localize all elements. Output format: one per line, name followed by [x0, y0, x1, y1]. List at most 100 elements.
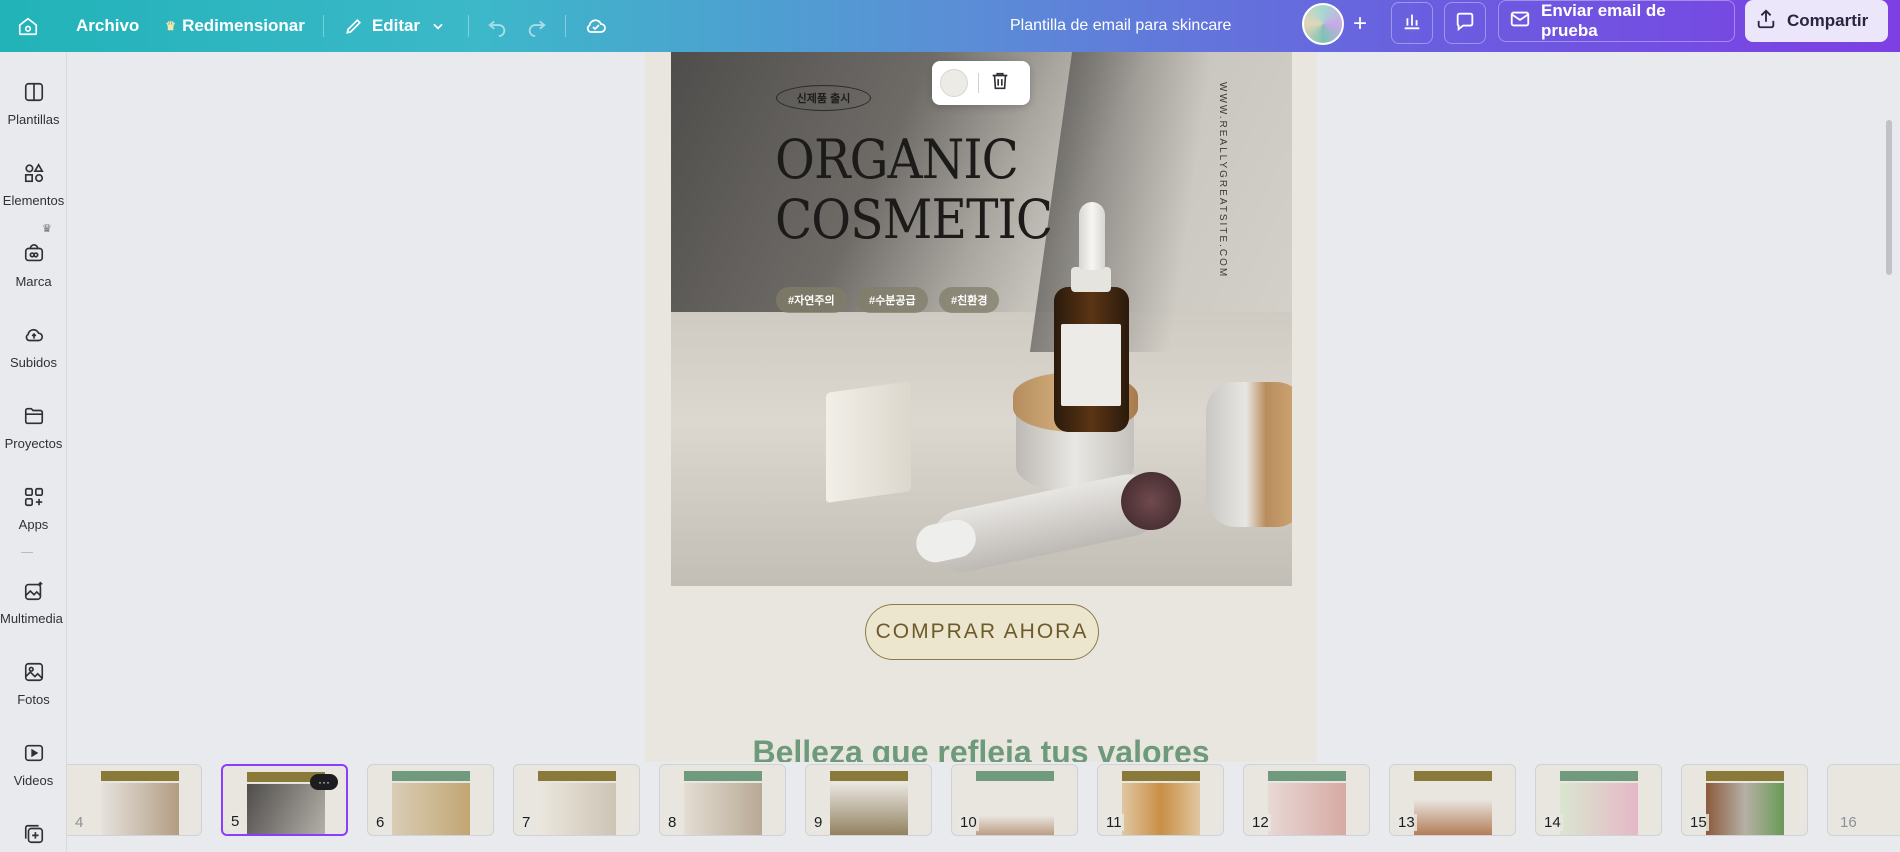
thumb-header — [392, 771, 470, 781]
page-thumbnail[interactable]: 4 — [67, 764, 202, 836]
more-apps-icon — [20, 820, 48, 848]
cloud-save-button[interactable] — [574, 8, 618, 44]
file-menu-button[interactable]: Archivo — [66, 8, 149, 44]
page-number: 5 — [229, 813, 242, 830]
page-thumbnail[interactable]: 12 — [1243, 764, 1370, 836]
crown-icon: ♛ — [165, 19, 177, 33]
sidebar-item-label: Elementos — [2, 193, 65, 208]
upload-icon — [20, 321, 48, 349]
crown-icon: ♛ — [42, 223, 52, 235]
page-thumbnail[interactable]: 14 — [1535, 764, 1662, 836]
insights-button[interactable] — [1391, 2, 1433, 44]
page-thumbnail[interactable]: 7 — [513, 764, 640, 836]
divider — [468, 15, 470, 37]
top-toolbar: Archivo ♛ Redimensionar Editar Plantilla… — [0, 0, 1900, 52]
page-number: 4 — [75, 814, 84, 831]
sidebar-item-label: Proyectos — [4, 436, 63, 451]
thumb-body — [1414, 783, 1492, 835]
photo-icon — [20, 658, 48, 686]
divider — [322, 15, 324, 37]
hashtag-pill[interactable]: #친환경 — [939, 287, 1000, 313]
page-thumbnail[interactable]: 15 — [1681, 764, 1808, 836]
sidebar-item-label: Subidos — [10, 355, 57, 370]
thumb-body — [101, 783, 179, 835]
redo-button[interactable] — [517, 8, 557, 44]
vertical-scrollbar[interactable] — [1886, 120, 1892, 275]
avatar[interactable] — [1302, 3, 1344, 45]
comments-button[interactable] — [1444, 2, 1486, 44]
hashtag-pill[interactable]: #수분공급 — [857, 287, 928, 313]
home-button[interactable] — [12, 8, 44, 44]
resize-button[interactable]: ♛ Redimensionar — [155, 8, 315, 44]
buy-now-button[interactable]: COMPRAR AHORA — [865, 604, 1099, 660]
add-collaborator-button[interactable]: + — [1340, 4, 1380, 44]
thumb-header — [1560, 771, 1638, 781]
thumb-header — [1706, 771, 1784, 781]
hero-image[interactable]: 신제품 출시 ORGANIC COSMETIC #자연주의 #수분공급 #친환경… — [671, 52, 1292, 586]
page-thumbnail[interactable]: 11 — [1097, 764, 1224, 836]
brand-icon — [20, 240, 48, 268]
thumb-header — [1122, 771, 1200, 781]
new-launch-badge[interactable]: 신제품 출시 — [776, 85, 871, 111]
apps-icon — [20, 483, 48, 511]
thumb-body — [247, 784, 325, 834]
thumb-header — [976, 771, 1054, 781]
page-thumbnail[interactable]: 8 — [659, 764, 786, 836]
sidebar-item-brand[interactable]: Marca — [0, 240, 67, 289]
more-options-button[interactable]: ··· — [310, 774, 338, 790]
thumb-body — [1122, 783, 1200, 835]
thumb-body — [1268, 783, 1346, 835]
document-title[interactable]: Plantilla de email para skincare — [1010, 0, 1231, 52]
thumb-body — [976, 783, 1054, 835]
page-number: 9 — [812, 814, 825, 831]
page-number: 14 — [1542, 814, 1563, 831]
sidebar-item-label: Videos — [13, 773, 54, 788]
page-thumbnail[interactable]: 9 — [805, 764, 932, 836]
thumb-body — [684, 783, 762, 835]
sidebar-item-videos[interactable]: Videos — [0, 739, 67, 788]
sidebar-item-uploads[interactable]: Subidos — [0, 321, 67, 370]
email-page[interactable]: 신제품 출시 ORGANIC COSMETIC #자연주의 #수분공급 #친환경… — [645, 52, 1317, 762]
send-test-email-label: Enviar email de prueba — [1541, 1, 1666, 40]
sidebar-item-templates[interactable]: Plantillas — [0, 78, 67, 127]
hashtag-pill[interactable]: #자연주의 — [776, 287, 847, 313]
bar-chart-icon — [1401, 10, 1423, 37]
bottle-neck — [1071, 267, 1111, 292]
page-thumbnail[interactable]: 6 — [367, 764, 494, 836]
website-url[interactable]: WWW.REALLYGREATSITE.COM — [1217, 82, 1228, 278]
page-thumbnail[interactable]: 16 — [1827, 764, 1900, 836]
sidebar-item-apps[interactable]: Apps — [0, 483, 67, 532]
thumb-header — [1414, 771, 1492, 781]
page-number: 6 — [374, 814, 387, 831]
page-number: 11 — [1104, 814, 1124, 831]
trash-icon[interactable] — [989, 70, 1011, 97]
element-toolbar — [932, 61, 1030, 105]
thumb-header — [684, 771, 762, 781]
sidebar-item-more[interactable] — [0, 820, 67, 852]
redo-icon — [525, 14, 549, 38]
edit-mode-button[interactable]: Editar — [332, 8, 460, 44]
sidebar-item-projects[interactable]: Proyectos — [0, 402, 67, 451]
sidebar-item-magic-media[interactable]: Multimedia ... — [0, 577, 67, 626]
thumb-body — [830, 783, 908, 835]
color-swatch[interactable] — [940, 69, 968, 97]
send-test-email-button[interactable]: Enviar email de prueba — [1498, 0, 1735, 42]
file-menu-label: Archivo — [76, 16, 140, 35]
comment-icon — [1454, 10, 1476, 37]
page-thumbnail[interactable]: 10 — [951, 764, 1078, 836]
sidebar-item-photos[interactable]: Fotos — [0, 658, 67, 707]
share-button[interactable]: Compartir — [1745, 0, 1888, 42]
bottle-label — [1061, 324, 1121, 406]
thumb-body — [538, 783, 616, 835]
hero-title[interactable]: ORGANIC COSMETIC — [775, 130, 1053, 250]
page-thumbnail-active[interactable]: ··· 5 — [221, 764, 348, 836]
design-canvas[interactable]: 신제품 출시 ORGANIC COSMETIC #자연주의 #수분공급 #친환경… — [67, 52, 1900, 762]
section-heading[interactable]: Belleza que refleja tus valores — [645, 734, 1317, 762]
undo-button[interactable] — [477, 8, 517, 44]
home-icon — [16, 14, 40, 38]
page-number: 13 — [1396, 814, 1417, 831]
sidebar-item-elements[interactable]: Elementos — [0, 159, 67, 208]
thumb-body — [1706, 783, 1784, 835]
page-number: 15 — [1688, 814, 1709, 831]
page-thumbnail[interactable]: 13 — [1389, 764, 1516, 836]
